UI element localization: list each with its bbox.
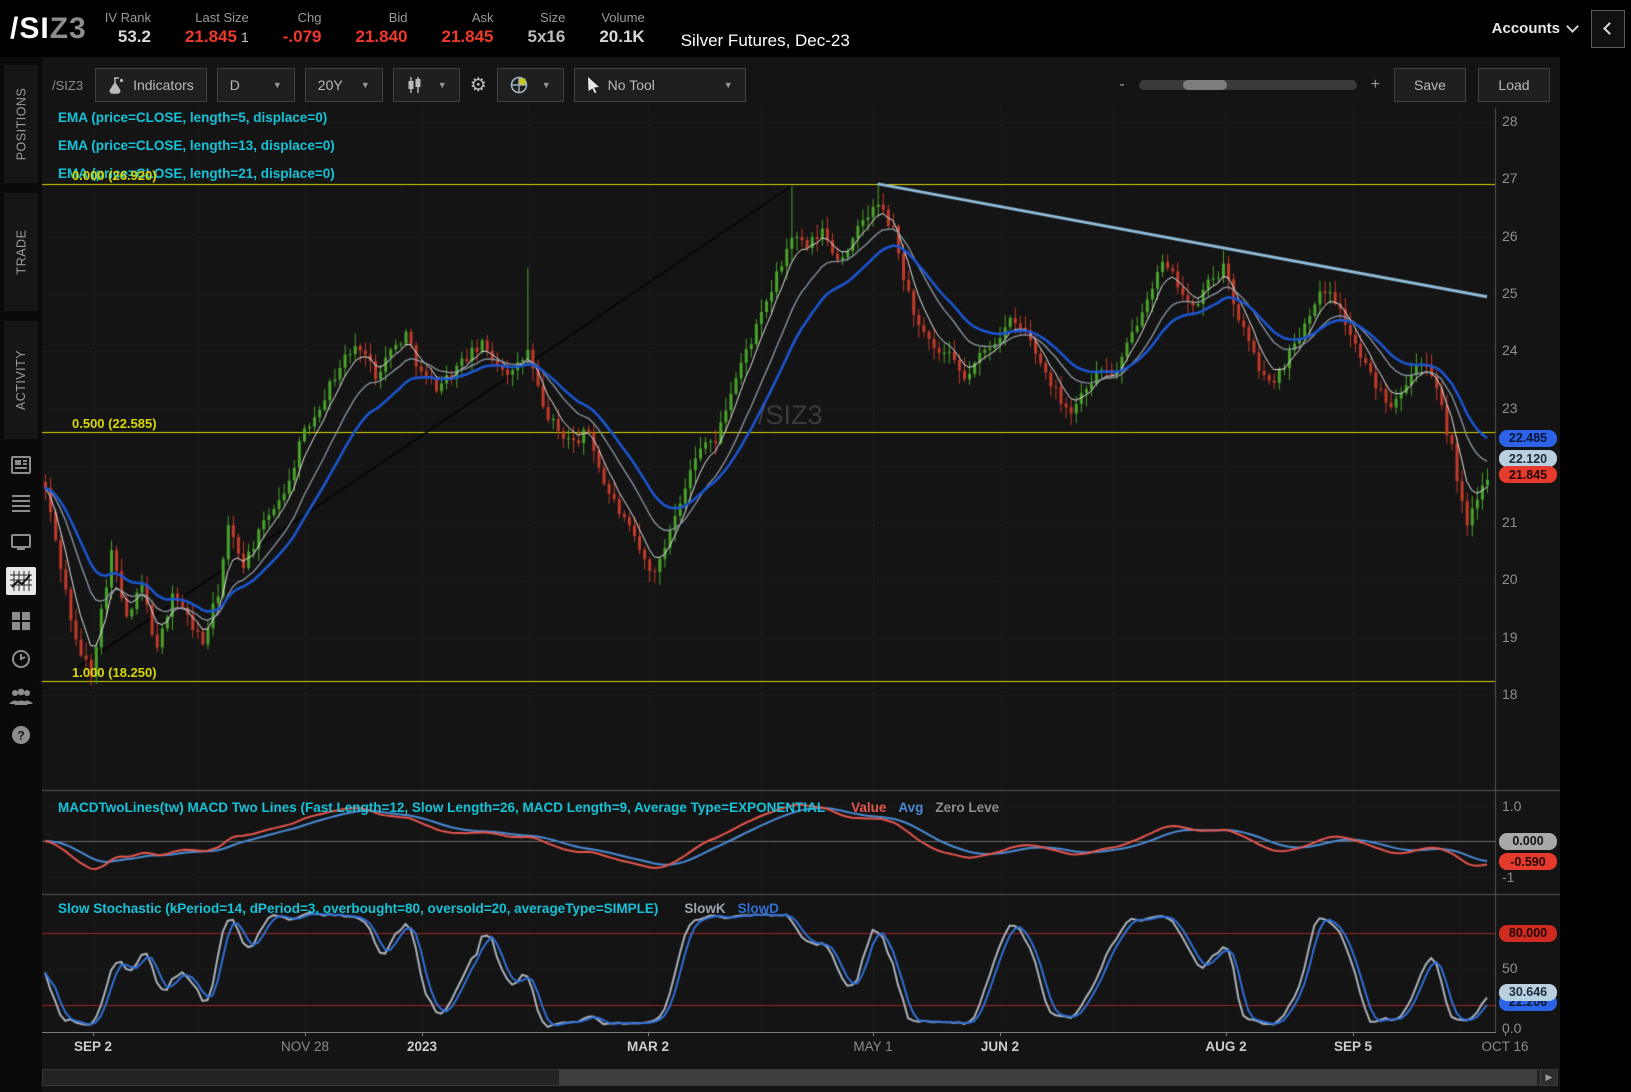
x-axis-label: JUN 2 [981,1039,1019,1054]
grid-icon[interactable] [8,609,34,633]
drawing-set-dropdown[interactable]: ▼ [497,68,564,102]
sidebar-tab-trade[interactable]: TRADE [4,193,38,311]
collapse-panel-button[interactable] [1591,10,1625,48]
quote-field-last-size: Last Size21.8451 [185,9,249,48]
help-icon[interactable]: ? [8,723,34,747]
x-axis-label: MAR 2 [627,1039,669,1054]
x-axis: SEP 2 NOV 28 2023 MAR 2 MAY 1 JUN 2 AUG 2 SEP 5… [42,1032,1560,1062]
quote-field-size: Size5x16 [528,9,566,48]
svg-text:?: ? [17,729,24,743]
monitor-icon[interactable] [8,529,34,553]
zoom-in-button[interactable]: + [1367,76,1384,94]
quote-fields: IV Rank53.2 Last Size21.8451 Chg-.079 Bid21… [105,9,679,48]
cursor-icon [587,77,600,93]
symbol-input[interactable]: /SIZ3 [52,78,83,93]
chart-widget: /SIZ3 Indicators D▼ 20Y▼ ▼ ⚙ ▼ No Tool ▼… [42,57,1560,1092]
candlestick-icon [406,76,424,94]
chevron-down-icon: ▼ [438,80,447,90]
x-axis-tick [1000,1032,1001,1036]
drawing-set-icon [510,76,528,94]
x-axis-label: 2023 [407,1039,437,1054]
x-axis-label: OCT 16 [1481,1039,1528,1054]
save-button[interactable]: Save [1394,68,1466,102]
range-dropdown[interactable]: 20Y▼ [305,68,383,102]
zoom-slider[interactable] [1139,80,1357,90]
chevron-down-icon: ▼ [724,80,733,90]
quote-field-ask: Ask21.845 [442,9,494,48]
chevron-down-icon [1566,20,1579,33]
zoom-slider-thumb[interactable] [1183,80,1227,90]
chart-toolbar: /SIZ3 Indicators D▼ 20Y▼ ▼ ⚙ ▼ No Tool ▼… [42,62,1560,108]
x-axis-tick [93,1032,94,1036]
x-axis-tick [873,1032,874,1036]
people-icon[interactable] [8,685,34,709]
x-axis-tick [1353,1032,1354,1036]
news-icon[interactable] [8,453,34,477]
load-button[interactable]: Load [1478,68,1550,102]
instrument-description: Silver Futures, Dec-23 [681,31,850,57]
tool-dropdown[interactable]: No Tool ▼ [574,68,746,102]
quote-field-iv-rank: IV Rank53.2 [105,9,151,48]
history-clock-icon[interactable] [8,647,34,671]
accounts-dropdown[interactable]: Accounts [1492,20,1577,37]
x-axis-tick [1226,1032,1227,1036]
quote-field-chg: Chg-.079 [283,9,322,48]
x-axis-tick [1505,1032,1506,1036]
x-axis-label: MAY 1 [853,1039,892,1054]
list-icon[interactable] [8,491,34,515]
accounts-label: Accounts [1492,20,1560,37]
scrollbar-right-arrow[interactable]: ▶ [1540,1070,1557,1085]
chart-scrollbar[interactable]: ▶ [42,1069,1558,1086]
chevron-left-icon [1603,22,1616,35]
left-sidebar: POSITIONS TRADE ACTIVITY ? [0,57,42,1092]
chart-icon[interactable] [6,567,36,595]
x-axis-label: NOV 28 [281,1039,329,1054]
sidebar-tab-activity[interactable]: ACTIVITY [4,321,38,439]
chevron-down-icon: ▼ [542,80,551,90]
indicators-button[interactable]: Indicators [95,68,207,102]
sidebar-tab-positions[interactable]: POSITIONS [4,65,38,183]
timeframe-dropdown[interactable]: D▼ [217,68,295,102]
x-axis-tick [422,1032,423,1036]
quote-header: /SIZ3 IV Rank53.2 Last Size21.8451 Chg-.07… [0,0,1631,57]
scrollbar-thumb[interactable] [559,1070,1537,1085]
x-axis-label: SEP 5 [1334,1039,1372,1054]
chart-type-dropdown[interactable]: ▼ [393,68,460,102]
settings-gear-icon[interactable]: ⚙ [470,74,487,97]
x-axis-tick [305,1032,306,1036]
x-axis-tick [648,1032,649,1036]
symbol-title: /SIZ3 [0,12,105,46]
flask-icon [108,77,125,94]
x-axis-label: SEP 2 [74,1039,112,1054]
chart-area: EMA (price=CLOSE, length=5, displace=0) … [42,108,1560,1032]
chevron-down-icon: ▼ [361,80,370,90]
quote-field-volume: Volume20.1K [599,9,644,48]
x-axis-label: AUG 2 [1205,1039,1246,1054]
quote-field-bid: Bid21.840 [356,9,408,48]
chart-canvas[interactable] [42,108,1560,1032]
zoom-out-button[interactable]: - [1115,76,1128,94]
chevron-down-icon: ▼ [273,80,282,90]
x-axis-line [42,1032,1496,1033]
